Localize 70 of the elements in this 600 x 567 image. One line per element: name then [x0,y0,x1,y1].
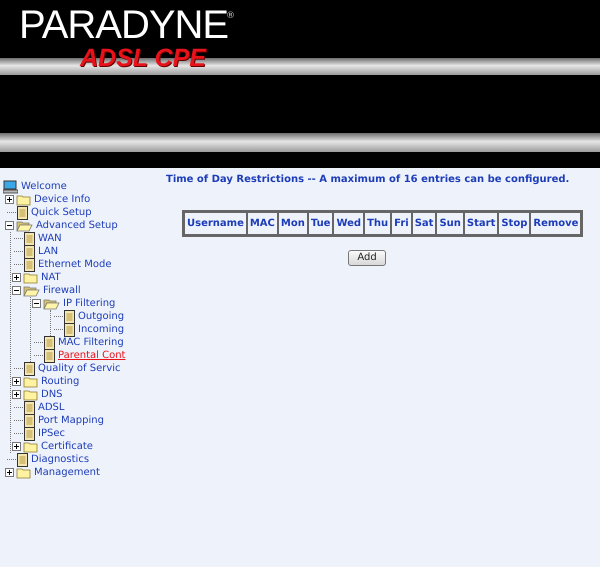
document-icon [23,426,35,440]
document-icon [43,348,55,362]
folder-icon [16,466,31,478]
registered-mark: ® [226,11,235,21]
page-title: Time of Day Restrictions -- A maximum of 16 entries can be configured. [166,173,570,187]
folder-icon [23,376,38,388]
expand-icon[interactable] [12,442,21,451]
document-icon [43,336,55,350]
document-icon [23,244,35,258]
tree-item[interactable]: Routing [41,376,80,388]
column-header: Username [184,212,247,235]
tree-item[interactable]: Quick Setup [31,206,92,218]
collapse-icon[interactable] [32,299,41,308]
expand-icon[interactable] [12,390,21,399]
tree-item[interactable]: MAC Filtering [58,336,124,348]
tree-item[interactable]: Device Info [34,194,90,206]
document-icon [23,400,35,414]
column-header: Sun [436,212,464,235]
collapse-icon[interactable] [12,286,21,295]
tree-item[interactable]: Port Mapping [38,414,104,426]
tree-item[interactable]: Ethernet Mode [38,258,112,270]
column-header: Fri [391,212,412,235]
tree-item[interactable]: DNS [41,388,63,400]
column-header: Mon [278,212,308,235]
computer-icon [3,180,18,194]
tree-item[interactable]: ADSL [38,402,64,414]
folder-icon [16,194,31,206]
folder-icon [23,440,38,452]
folder-icon [23,272,38,284]
tree-item[interactable]: Incoming [78,324,124,336]
folder-icon [23,388,38,400]
expand-icon[interactable] [12,377,21,386]
tree-item[interactable]: Welcome [21,180,67,192]
column-header: Start [464,212,498,235]
tree-item[interactable]: Parental Cont [58,350,126,362]
column-header: Thu [364,212,392,235]
column-header: Tue [308,212,334,235]
tree-item[interactable]: Outgoing [78,310,124,322]
tree-item[interactable]: Advanced Setup [36,220,118,232]
tree-item[interactable]: Quality of Servic [38,362,121,374]
column-header: Stop [498,212,530,235]
document-icon [63,322,75,336]
product-logo: ADSL CPE [80,46,206,71]
tree-item[interactable]: Management [34,466,100,478]
expand-icon[interactable] [5,468,14,477]
tree-item[interactable]: WAN [38,232,62,244]
tree-item[interactable]: IP Filtering [63,298,116,310]
column-header: MAC [246,212,278,235]
add-button[interactable]: Add [348,250,386,266]
collapse-icon[interactable] [5,221,14,230]
tree-item[interactable]: Firewall [43,284,81,296]
open-folder-icon [16,220,33,232]
document-icon [23,362,35,376]
tree-item[interactable]: IPSec [38,428,65,440]
column-header: Wed [333,212,364,235]
expand-icon[interactable] [12,273,21,282]
document-icon [23,414,35,428]
document-icon [16,452,28,466]
tree-item[interactable]: Certificate [41,440,93,452]
document-icon [23,232,35,246]
document-icon [23,258,35,272]
column-header: Sat [412,212,436,235]
document-icon [16,206,28,220]
tree-item[interactable]: LAN [38,246,58,258]
brand-logo: PARADYNE [19,5,228,45]
expand-icon[interactable] [5,195,14,204]
document-icon [63,310,75,324]
tree-item[interactable]: NAT [41,272,61,284]
column-header: Remove [530,212,582,235]
tree-item[interactable]: Diagnostics [31,454,90,466]
